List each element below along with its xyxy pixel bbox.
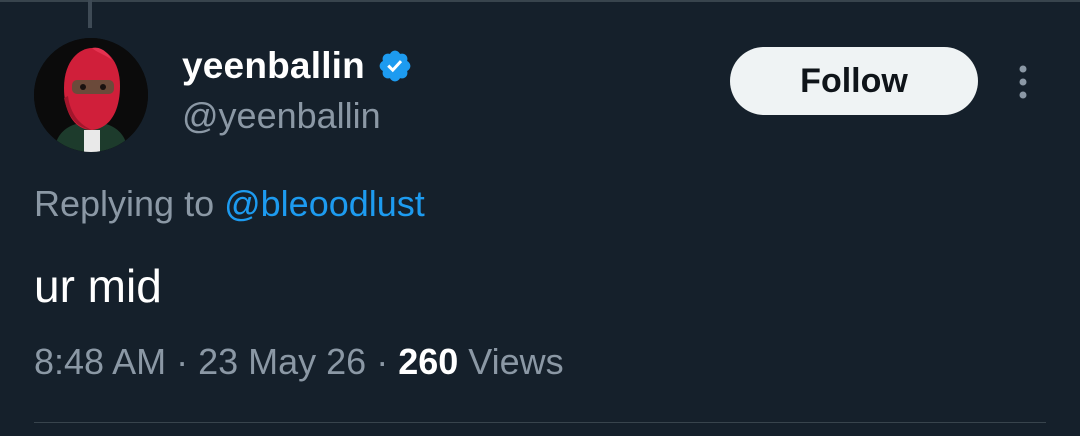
meta-separator: ·	[166, 341, 199, 382]
views-count: 260	[398, 341, 459, 382]
verified-badge-icon	[379, 50, 411, 82]
thread-connector-line	[88, 0, 92, 28]
author-name-row: yeenballin	[182, 44, 413, 88]
bottom-divider	[34, 422, 1046, 423]
top-divider	[0, 0, 1080, 2]
tweet-meta: 8:48 AM · 23 May 26 · 260 Views	[34, 338, 564, 386]
tweet-date[interactable]: 23 May 26	[198, 341, 366, 382]
avatar[interactable]	[34, 38, 148, 152]
display-name[interactable]: yeenballin	[182, 44, 365, 88]
tweet-text: ur mid	[34, 260, 162, 312]
reply-context: Replying to @bleoodlust	[34, 180, 425, 228]
meta-separator: ·	[366, 341, 399, 382]
tweet-time[interactable]: 8:48 AM	[34, 341, 166, 382]
author-handle[interactable]: @yeenballin	[182, 94, 381, 138]
reply-prefix: Replying to	[34, 183, 225, 224]
views-label: Views	[458, 341, 564, 382]
follow-button[interactable]: Follow	[730, 47, 978, 115]
avatar-image	[34, 38, 148, 152]
reply-mention-link[interactable]: @bleoodlust	[224, 183, 425, 224]
more-options-button[interactable]	[1006, 60, 1040, 104]
more-vertical-icon	[1019, 65, 1027, 99]
